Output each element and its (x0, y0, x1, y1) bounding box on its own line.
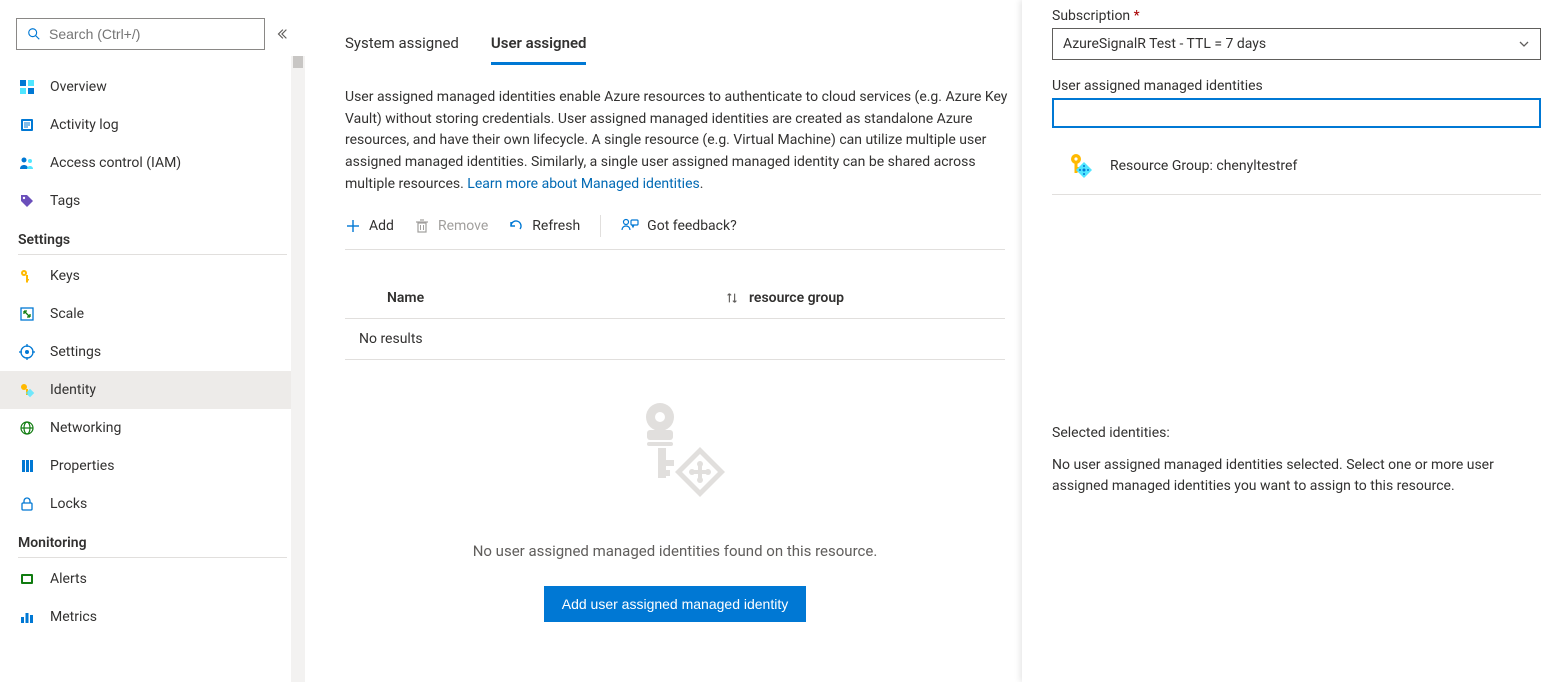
divider (18, 557, 287, 558)
sidebar-item-alerts[interactable]: Alerts (0, 560, 305, 598)
collapse-sidebar-button[interactable] (275, 27, 289, 41)
search-box[interactable] (16, 18, 265, 50)
sidebar-item-keys[interactable]: Keys (0, 257, 305, 295)
identities-label: User assigned managed identities (1052, 78, 1541, 94)
search-icon (25, 25, 43, 43)
identities-search-input[interactable] (1052, 98, 1541, 128)
lock-icon (18, 495, 36, 513)
remove-button: Remove (414, 218, 488, 234)
sidebar-item-label: Access control (IAM) (50, 155, 181, 171)
subscription-label: Subscription * (1052, 8, 1541, 24)
button-label: Add (369, 218, 394, 234)
table-no-results: No results (345, 319, 1005, 360)
sidebar-item-label: Locks (50, 496, 87, 512)
sidebar-item-label: Overview (50, 79, 107, 95)
sort-icon (725, 291, 739, 305)
tab-system-assigned[interactable]: System assigned (345, 34, 459, 65)
sidebar: Overview Activity log Access control (IA… (0, 0, 305, 682)
sidebar-item-label: Scale (50, 306, 84, 322)
empty-state: No user assigned managed identities foun… (345, 392, 1005, 622)
refresh-icon (508, 218, 524, 234)
add-identity-panel: Subscription * AzureSignalR Test - TTL =… (1022, 0, 1557, 682)
add-button[interactable]: Add (345, 218, 394, 234)
sidebar-section-heading: Settings (0, 222, 305, 254)
sidebar-item-label: Properties (50, 458, 114, 474)
sidebar-item-label: Identity (50, 382, 96, 398)
scale-icon (18, 305, 36, 323)
sidebar-item-identity[interactable]: Identity (0, 371, 305, 409)
learn-more-link[interactable]: Learn more about Managed identities (467, 176, 699, 192)
subscription-select[interactable]: AzureSignalR Test - TTL = 7 days (1052, 28, 1541, 60)
access-control-icon (18, 154, 36, 172)
search-input[interactable] (49, 26, 256, 42)
sidebar-item-locks[interactable]: Locks (0, 485, 305, 523)
overview-icon (18, 78, 36, 96)
sidebar-item-label: Metrics (50, 609, 97, 625)
button-label: Refresh (532, 218, 580, 234)
gear-icon (18, 343, 36, 361)
feedback-icon (621, 218, 639, 234)
sidebar-item-metrics[interactable]: Metrics (0, 598, 305, 636)
required-indicator: * (1134, 8, 1140, 24)
tags-icon (18, 192, 36, 210)
column-header-name[interactable]: Name (345, 290, 725, 306)
feedback-button[interactable]: Got feedback? (621, 218, 737, 234)
tabs: System assigned User assigned (345, 34, 1022, 65)
sidebar-item-activity-log[interactable]: Activity log (0, 106, 305, 144)
button-label: Got feedback? (647, 218, 737, 234)
empty-state-text: No user assigned managed identities foun… (473, 542, 878, 560)
sidebar-item-label: Settings (50, 344, 101, 360)
sidebar-item-label: Alerts (50, 571, 87, 587)
trash-icon (414, 218, 430, 234)
result-text: Resource Group: chenyltestref (1110, 158, 1297, 174)
alerts-icon (18, 570, 36, 588)
sidebar-item-settings[interactable]: Settings (0, 333, 305, 371)
sidebar-scrollbar[interactable] (291, 56, 305, 682)
metrics-icon (18, 608, 36, 626)
description-text: User assigned managed identities enable … (345, 87, 1022, 195)
activity-log-icon (18, 116, 36, 134)
identity-result-item[interactable]: Resource Group: chenyltestref (1052, 142, 1541, 195)
divider (18, 254, 287, 255)
column-header-resource-group[interactable]: resource group (725, 290, 844, 306)
properties-icon (18, 457, 36, 475)
sidebar-item-overview[interactable]: Overview (0, 68, 305, 106)
selected-identities-heading: Selected identities: (1052, 425, 1541, 441)
sidebar-item-label: Keys (50, 268, 80, 284)
main-content: System assigned User assigned User assig… (305, 0, 1022, 682)
refresh-button[interactable]: Refresh (508, 218, 580, 234)
sidebar-item-access-control[interactable]: Access control (IAM) (0, 144, 305, 182)
sidebar-item-label: Networking (50, 420, 121, 436)
plus-icon (345, 218, 361, 234)
identity-icon (18, 381, 36, 399)
table-header: Name resource group (345, 250, 1005, 319)
sidebar-item-label: Activity log (50, 117, 119, 133)
button-label: Remove (438, 218, 488, 234)
toolbar: Add Remove Refresh Got feedback? (345, 215, 1005, 250)
sidebar-item-properties[interactable]: Properties (0, 447, 305, 485)
managed-identity-icon (1066, 152, 1094, 180)
selected-identities-description: No user assigned managed identities sele… (1052, 455, 1541, 497)
key-icon (18, 267, 36, 285)
sidebar-item-tags[interactable]: Tags (0, 182, 305, 220)
select-value: AzureSignalR Test - TTL = 7 days (1063, 36, 1266, 52)
empty-state-illustration (615, 392, 735, 512)
sidebar-item-label: Tags (50, 193, 80, 209)
toolbar-separator (600, 215, 601, 237)
sidebar-item-scale[interactable]: Scale (0, 295, 305, 333)
add-managed-identity-button[interactable]: Add user assigned managed identity (544, 586, 806, 622)
tab-user-assigned[interactable]: User assigned (491, 34, 587, 65)
networking-icon (18, 419, 36, 437)
sidebar-item-networking[interactable]: Networking (0, 409, 305, 447)
sidebar-section-heading: Monitoring (0, 525, 305, 557)
chevron-down-icon (1518, 38, 1530, 50)
